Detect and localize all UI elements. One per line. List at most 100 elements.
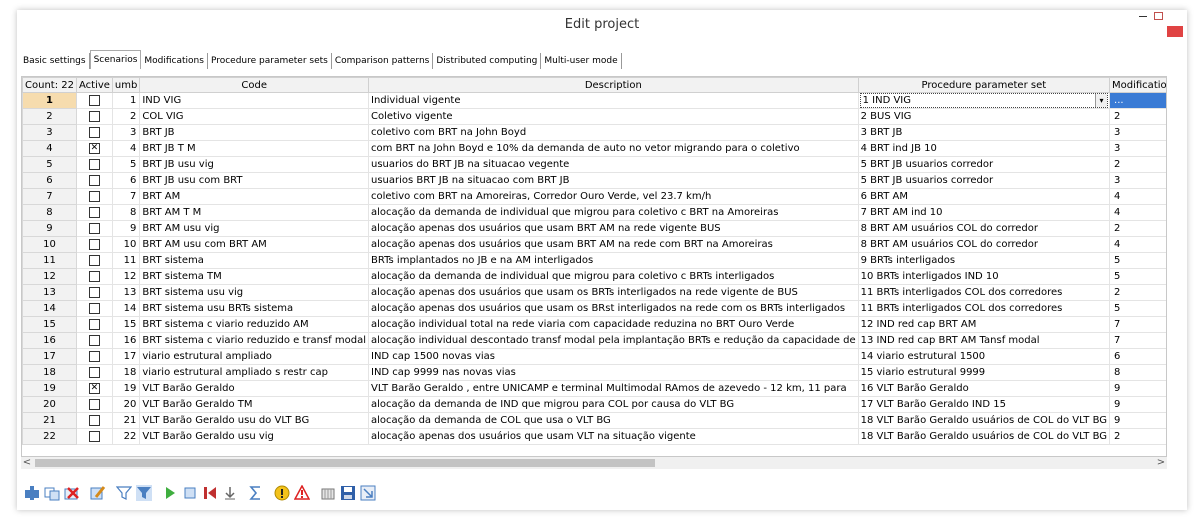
param-set-cell[interactable]: 5 BRT JB usuarios corredor bbox=[857, 172, 1111, 189]
modifications-cell[interactable]: 2 bbox=[1109, 220, 1166, 237]
number-cell[interactable]: 21 bbox=[111, 412, 141, 429]
description-cell[interactable]: Coletivo vigente bbox=[368, 108, 859, 125]
save-icon[interactable] bbox=[340, 485, 356, 501]
modifications-cell[interactable]: 7 bbox=[1109, 316, 1166, 333]
active-checkbox[interactable] bbox=[88, 430, 100, 442]
number-cell[interactable]: 10 bbox=[111, 236, 141, 253]
param-set-cell[interactable]: 12 IND red cap BRT AM bbox=[857, 316, 1111, 333]
active-checkbox[interactable]: ✕ bbox=[88, 142, 100, 154]
table-row[interactable]: 22 22 VLT Barão Geraldo usu vig alocação ap… bbox=[22, 428, 1166, 445]
number-cell[interactable]: 18 bbox=[111, 364, 141, 381]
number-cell[interactable]: 6 bbox=[111, 172, 141, 189]
param-set-cell[interactable]: 18 VLT Barão Geraldo usuários de COL do … bbox=[857, 412, 1111, 429]
code-cell[interactable]: VLT Barão Geraldo usu do VLT BG bbox=[139, 412, 369, 429]
number-cell[interactable]: 5 bbox=[111, 156, 141, 173]
scroll-right-arrow[interactable]: > bbox=[1155, 457, 1167, 469]
table-row[interactable]: 7 7 BRT AM coletivo com BRT na Amoreiras, C… bbox=[22, 188, 1166, 205]
active-checkbox[interactable] bbox=[88, 350, 100, 362]
modifications-cell[interactable]: 9 bbox=[1109, 380, 1166, 397]
maximize-button[interactable] bbox=[1154, 12, 1163, 20]
table-row[interactable]: 8 8 BRT AM T Malocação da demanda de indiv… bbox=[22, 204, 1166, 221]
reset-icon[interactable] bbox=[202, 485, 218, 501]
archive-icon[interactable] bbox=[320, 485, 336, 501]
row-header[interactable]: 21 bbox=[22, 412, 77, 429]
number-cell[interactable]: 16 bbox=[111, 332, 141, 349]
description-cell[interactable]: alocação apenas dos usuários que usam os… bbox=[368, 300, 859, 317]
duplicate-icon[interactable] bbox=[44, 485, 60, 501]
row-header[interactable]: 18 bbox=[22, 364, 77, 381]
table-row[interactable]: 2 2 COL VIG Coletivo vigente 2 BUS VIG 2 bbox=[22, 108, 1166, 125]
description-cell[interactable]: alocação apenas dos usuários que usam BR… bbox=[368, 220, 859, 237]
number-cell[interactable]: 7 bbox=[111, 188, 141, 205]
param-set-cell[interactable]: 4 BRT ind JB 10 bbox=[857, 140, 1111, 157]
code-cell[interactable]: BRT sistema c viario reduzido e transf m… bbox=[139, 332, 369, 349]
number-cell[interactable]: 11 bbox=[111, 252, 141, 269]
description-cell[interactable]: Individual vigente bbox=[368, 92, 859, 109]
param-set-cell[interactable]: 6 BRT AM bbox=[857, 188, 1111, 205]
number-cell[interactable]: 9 bbox=[111, 220, 141, 237]
code-cell[interactable]: BRT JB usu com BRT bbox=[139, 172, 369, 189]
modifications-cell[interactable]: 7 bbox=[1109, 332, 1166, 349]
table-row[interactable]: 10 10 BRT AM usu com BRT AM alocação apenas… bbox=[22, 236, 1166, 253]
modifications-cell[interactable]: 5 bbox=[1109, 252, 1166, 269]
code-cell[interactable]: VLT Barão Geraldo TM bbox=[139, 396, 369, 413]
param-set-dropdown[interactable]: 1 IND VIG ▾ bbox=[859, 93, 1109, 108]
table-row[interactable]: 3 3 BRT JB coletivo com BRT na John Boyd 3 B… bbox=[22, 124, 1166, 141]
row-header[interactable]: 10 bbox=[22, 236, 77, 253]
sum-icon[interactable] bbox=[248, 485, 264, 501]
modifications-cell[interactable]: 4 bbox=[1109, 204, 1166, 221]
code-cell[interactable]: BRT sistema usu BRTs sistema bbox=[139, 300, 369, 317]
table-row[interactable]: 13 13 BRT sistema usu vig alocação apenas d… bbox=[22, 284, 1166, 301]
delete-icon[interactable] bbox=[64, 485, 80, 501]
param-set-header[interactable]: Procedure parameter set bbox=[857, 77, 1111, 93]
row-header[interactable]: 16 bbox=[22, 332, 77, 349]
scroll-thumb[interactable] bbox=[35, 459, 655, 467]
minimize-button[interactable] bbox=[1139, 16, 1147, 17]
active-checkbox[interactable] bbox=[88, 254, 100, 266]
number-cell[interactable]: 3 bbox=[111, 124, 141, 141]
code-cell[interactable]: BRT AM T M bbox=[139, 204, 369, 221]
code-cell[interactable]: BRT JB usu vig bbox=[139, 156, 369, 173]
active-checkbox[interactable] bbox=[88, 398, 100, 410]
tab-modifications[interactable]: Modifications bbox=[141, 53, 208, 69]
row-header[interactable]: 4 bbox=[22, 140, 77, 157]
number-cell[interactable]: 14 bbox=[111, 300, 141, 317]
description-cell[interactable]: VLT Barão Geraldo , entre UNICAMP e term… bbox=[368, 380, 859, 397]
description-cell[interactable]: IND cap 1500 novas vias bbox=[368, 348, 859, 365]
modifications-cell[interactable]: 5 bbox=[1109, 268, 1166, 285]
modifications-cell[interactable]: 4 bbox=[1109, 236, 1166, 253]
table-row[interactable]: 14 14 BRT sistema usu BRTs sistema alocação… bbox=[22, 300, 1166, 317]
modifications-cell[interactable]: 2 bbox=[1109, 284, 1166, 301]
active-checkbox[interactable] bbox=[88, 318, 100, 330]
create-icon[interactable] bbox=[24, 485, 40, 501]
table-row[interactable]: 16 16 BRT sistema c viario reduzido e tran… bbox=[22, 332, 1166, 349]
code-cell[interactable]: BRT AM bbox=[139, 188, 369, 205]
row-header[interactable]: 9 bbox=[22, 220, 77, 237]
number-cell[interactable]: 19 bbox=[111, 380, 141, 397]
table-row[interactable]: 17 17 viario estrutural ampliado IND cap 15… bbox=[22, 348, 1166, 365]
number-cell[interactable]: 4 bbox=[111, 140, 141, 157]
description-cell[interactable]: alocação individual total na rede viaria… bbox=[368, 316, 859, 333]
row-header[interactable]: 20 bbox=[22, 396, 77, 413]
run-icon[interactable] bbox=[162, 485, 178, 501]
row-header[interactable]: 5 bbox=[22, 156, 77, 173]
export-icon[interactable] bbox=[360, 485, 376, 501]
row-header[interactable]: 19 bbox=[22, 380, 77, 397]
modifications-cell[interactable]: 3 bbox=[1109, 172, 1166, 189]
description-cell[interactable]: IND cap 9999 nas novas vias bbox=[368, 364, 859, 381]
code-cell[interactable]: BRT AM usu com BRT AM bbox=[139, 236, 369, 253]
param-set-cell[interactable]: 11 BRTs interligados COL dos corredores bbox=[857, 284, 1111, 301]
description-cell[interactable]: alocação apenas dos usuários que usam os… bbox=[368, 284, 859, 301]
active-checkbox[interactable] bbox=[88, 158, 100, 170]
table-row[interactable]: 20 20 VLT Barão Geraldo TM alocação da dema… bbox=[22, 396, 1166, 413]
stop-icon[interactable] bbox=[182, 485, 198, 501]
tab-scenarios[interactable]: Scenarios bbox=[89, 50, 142, 69]
description-cell[interactable]: alocação apenas dos usuários que usam BR… bbox=[368, 236, 859, 253]
active-checkbox[interactable] bbox=[88, 126, 100, 138]
active-checkbox[interactable] bbox=[88, 286, 100, 298]
tab-procedure-parameter-sets[interactable]: Procedure parameter sets bbox=[208, 53, 332, 69]
table-row[interactable]: 21 21 VLT Barão Geraldo usu do VLT BG aloca… bbox=[22, 412, 1166, 429]
number-cell[interactable]: 8 bbox=[111, 204, 141, 221]
import-icon[interactable] bbox=[222, 485, 238, 501]
table-row[interactable]: 9 9 BRT AM usu vig alocação apenas dos usuá… bbox=[22, 220, 1166, 237]
